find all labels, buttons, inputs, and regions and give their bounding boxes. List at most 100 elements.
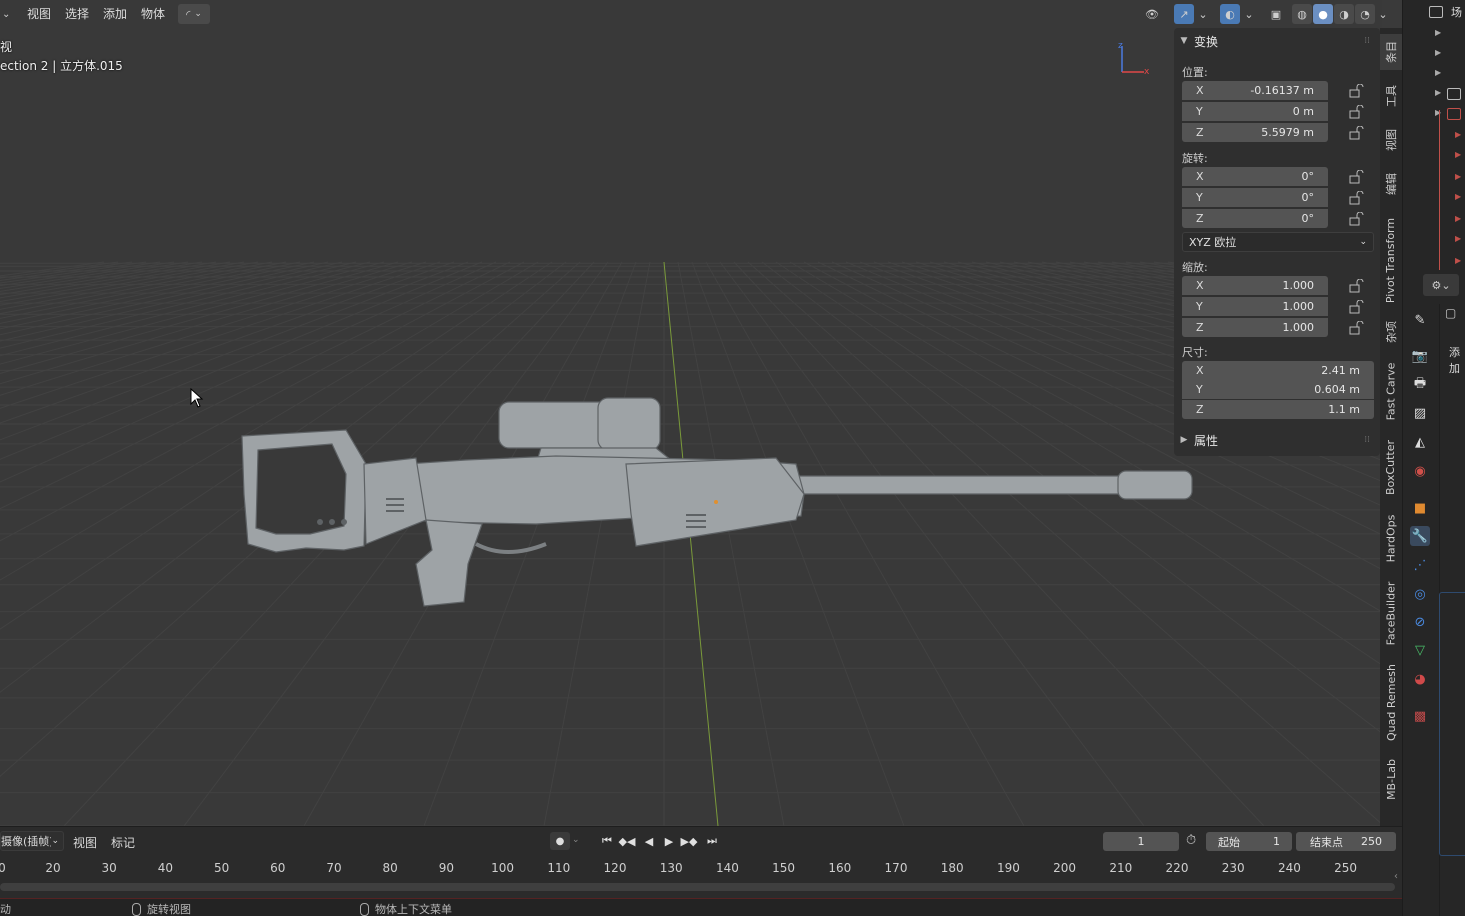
tab-pivot-transform[interactable]: Pivot Transform — [1380, 212, 1402, 308]
outliner-row[interactable]: ▶ — [1403, 232, 1465, 252]
keying-mode-select[interactable]: 摄像(插帧) ⌄ — [0, 831, 64, 851]
lock-icon[interactable] — [1348, 190, 1364, 205]
gizmo-dropdown[interactable]: ⌄ — [1196, 4, 1210, 24]
timeline-ruler[interactable]: 0 20 30 40 50 60 70 80 90 100 110 120 130 140 150 160 17… — [0, 857, 1402, 879]
lock-icon[interactable] — [1348, 299, 1364, 314]
tool-icon[interactable]: ✎ — [1410, 310, 1430, 330]
tab-quad-remesh[interactable]: Quad Remesh — [1380, 660, 1402, 744]
lock-icon[interactable] — [1348, 83, 1364, 98]
editor-type-button[interactable]: ⚙⌄ — [1423, 274, 1459, 296]
transform-panel-header[interactable]: ▼ 变换 ⁞⁞ — [1174, 29, 1380, 53]
constraints-icon[interactable]: ⊘ — [1410, 612, 1430, 632]
lock-icon[interactable] — [1348, 125, 1364, 140]
outliner-row[interactable]: ▶ — [1403, 170, 1465, 190]
shading-material[interactable]: ◑ — [1334, 4, 1354, 24]
jump-end-button[interactable]: ⏭ — [703, 833, 721, 849]
rotation-x-field[interactable]: X 0° — [1182, 167, 1328, 186]
chevron-left-icon[interactable]: ‹ — [1394, 871, 1398, 882]
timeline-view-menu[interactable]: 视图 — [73, 834, 97, 851]
properties-panel-header[interactable]: ▶ 属性 ⁞⁞ — [1174, 428, 1380, 452]
world-icon[interactable]: ◉ — [1410, 461, 1430, 481]
lock-icon[interactable] — [1348, 104, 1364, 119]
prev-keyframe-button[interactable]: ◆◀ — [618, 833, 636, 849]
mesh-data-icon[interactable]: ▽ — [1410, 640, 1430, 660]
end-frame-field[interactable]: 结束点 250 — [1296, 832, 1396, 851]
jump-start-button[interactable]: ⏮ — [598, 833, 616, 849]
shading-wireframe[interactable]: ◍ — [1292, 4, 1312, 24]
lock-icon[interactable] — [1348, 278, 1364, 293]
menu-view[interactable]: 视图 — [20, 3, 58, 25]
chevron-down-icon[interactable]: ⌄ — [0, 9, 14, 20]
navigation-gizmo[interactable]: z x — [1110, 40, 1154, 80]
tab-tool[interactable]: 工具 — [1380, 78, 1402, 114]
location-x-field[interactable]: X -0.16137 m — [1182, 81, 1328, 100]
tab-facebuilder[interactable]: FaceBuilder — [1380, 574, 1402, 652]
shading-dropdown[interactable]: ⌄ — [1376, 4, 1390, 24]
modifier-panel[interactable] — [1439, 592, 1465, 856]
stopwatch-icon[interactable]: ⏱ — [1186, 833, 1196, 848]
gizmo-toggle[interactable]: ↗ — [1174, 4, 1194, 24]
render-icon[interactable]: 📷 — [1410, 346, 1430, 366]
tab-boxcutter[interactable]: BoxCutter — [1380, 432, 1402, 502]
rifle-model[interactable] — [236, 394, 1196, 608]
lock-icon[interactable] — [1348, 320, 1364, 335]
location-z-field[interactable]: Z 5.5979 m — [1182, 123, 1328, 142]
menu-object[interactable]: 物体 — [134, 3, 172, 25]
add-modifier-label[interactable]: 添加 — [1449, 344, 1465, 376]
lock-icon[interactable] — [1348, 169, 1364, 184]
lock-icon[interactable] — [1348, 211, 1364, 226]
current-frame-field[interactable]: 1 — [1103, 832, 1179, 851]
maximize-icon[interactable]: ▢ — [1445, 306, 1465, 326]
physics-icon[interactable]: ◎ — [1410, 584, 1430, 604]
scale-y-field[interactable]: Y 1.000 — [1182, 297, 1328, 316]
rotation-y-field[interactable]: Y 0° — [1182, 188, 1328, 207]
scale-z-field[interactable]: Z 1.000 — [1182, 318, 1328, 337]
play-reverse-button[interactable]: ◀ — [640, 833, 658, 849]
overlay-dropdown[interactable]: ⌄ — [1242, 4, 1256, 24]
start-frame-field[interactable]: 起始 1 — [1206, 832, 1292, 851]
menu-select[interactable]: 选择 — [58, 3, 96, 25]
tab-view[interactable]: 视图 — [1380, 122, 1402, 158]
record-button[interactable]: ● — [550, 832, 570, 850]
texture-icon[interactable]: ▩ — [1410, 706, 1430, 726]
outliner-row[interactable]: ▶ — [1403, 212, 1465, 232]
rotation-z-field[interactable]: Z 0° — [1182, 209, 1328, 228]
outliner-row[interactable]: ▶ — [1403, 26, 1465, 46]
particles-icon[interactable]: ⋰ — [1410, 555, 1430, 575]
drag-handle-icon[interactable]: ⁞⁞ — [1364, 36, 1370, 46]
shading-rendered[interactable]: ◔ — [1355, 4, 1375, 24]
tab-mb-lab[interactable]: MB-Lab — [1380, 754, 1402, 804]
outliner-row[interactable]: ▶ — [1403, 86, 1465, 106]
chevron-down-icon[interactable]: ⌄ — [572, 835, 580, 845]
menu-add[interactable]: 添加 — [96, 3, 134, 25]
tab-fast-carve[interactable]: Fast Carve — [1380, 358, 1402, 424]
xray-toggle[interactable]: ▣ — [1266, 4, 1286, 24]
timeline-marker-menu[interactable]: 标记 — [111, 834, 135, 851]
view-layer-icon[interactable]: ▨ — [1410, 403, 1430, 423]
tab-hardops[interactable]: HardOps — [1380, 510, 1402, 566]
outliner-row[interactable]: ▶ — [1403, 46, 1465, 66]
tab-item[interactable]: 条目 — [1380, 34, 1402, 70]
outliner-row[interactable]: ▶ — [1403, 148, 1465, 168]
outliner-row[interactable]: ▶ — [1403, 106, 1465, 126]
play-button[interactable]: ▶ — [660, 833, 678, 849]
location-y-field[interactable]: Y0 m — [1182, 102, 1328, 121]
outliner-row[interactable]: ▶ — [1403, 254, 1465, 274]
outliner-row[interactable]: ▶ — [1403, 66, 1465, 86]
outliner-row[interactable]: ▶ — [1403, 190, 1465, 210]
wrench-icon[interactable]: 🔧 — [1410, 526, 1430, 546]
transform-orientation-button[interactable]: ◜ ⌄ — [178, 4, 210, 24]
dimensions-x-field[interactable]: X 2.41 m — [1182, 361, 1374, 380]
next-keyframe-button[interactable]: ▶◆ — [680, 833, 698, 849]
rotation-mode-select[interactable]: XYZ 欧拉 ⌄ — [1182, 232, 1374, 252]
object-icon[interactable]: ■ — [1410, 498, 1430, 518]
visibility-button[interactable]: 👁 — [1136, 4, 1168, 24]
outliner-row[interactable]: ▶ — [1403, 128, 1465, 148]
tab-misc[interactable]: 杂项 — [1380, 314, 1402, 350]
timeline-scrollbar[interactable] — [0, 883, 1395, 891]
drag-handle-icon[interactable]: ⁞⁞ — [1364, 435, 1370, 445]
overlay-toggle[interactable]: ◐ — [1220, 4, 1240, 24]
material-icon[interactable]: ◕ — [1410, 669, 1430, 689]
dimensions-y-field[interactable]: Y 0.604 m — [1182, 380, 1374, 399]
scale-x-field[interactable]: X 1.000 — [1182, 276, 1328, 295]
